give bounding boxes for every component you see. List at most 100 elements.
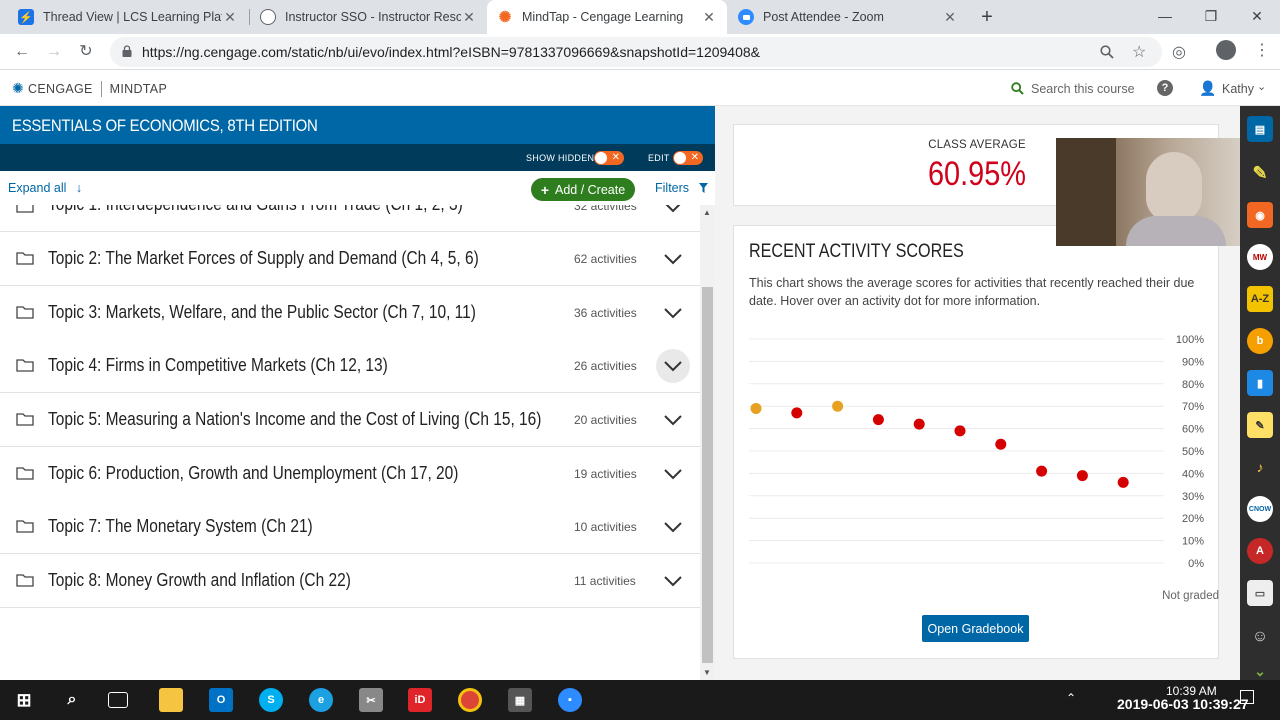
topic-count: 20 activities [574,413,637,427]
close-icon[interactable]: ✕ [461,9,477,26]
windows-taskbar: ⊞ ⌕ O S e ✂ iD ▦ ▪ ⌃ 10:39 AM 2019-06-03… [0,680,1280,720]
window-close-button[interactable]: ✕ [1234,0,1280,32]
topic-row[interactable]: Topic 4: Firms in Competitive Markets (C… [0,339,700,393]
indesign-icon[interactable]: iD [408,688,432,712]
chevron-down-icon[interactable] [663,575,683,587]
bookmark-star-icon[interactable]: ☆ [1132,42,1146,62]
document-icon[interactable]: ▭ [1247,580,1273,606]
restore-button[interactable]: ❐ [1188,0,1234,32]
recent-activity-chart: 100% 90% 80% 70% 60% 50% 40% 30% 20% 10% 0% Not gra… [749,334,1219,602]
book-icon[interactable]: ▮ [1247,370,1273,396]
readspeaker-icon[interactable]: ♪ [1247,454,1273,480]
activity-score-dot[interactable] [832,400,844,412]
topic-name[interactable]: Topic 2: The Market Forces of Supply and… [48,248,479,269]
browser-tab-thread-view[interactable]: ⚡ Thread View | LCS Learning Platf ✕ [8,0,248,34]
open-gradebook-button[interactable]: Open Gradebook [922,615,1029,642]
address-bar[interactable]: https://ng.cengage.com/static/nb/ui/evo/… [110,37,1162,67]
tray-chevron-up-icon[interactable]: ⌃ [1066,691,1076,705]
scroll-down-arrow-icon[interactable]: ▼ [703,668,711,677]
activity-score-dot[interactable] [1117,476,1129,488]
browser-tab-zoom[interactable]: Post Attendee - Zoom ✕ [728,0,968,34]
outlook-icon[interactable]: O [209,688,233,712]
skype-icon[interactable]: S [259,688,283,712]
search-icon[interactable] [1011,82,1024,95]
close-icon[interactable]: ✕ [701,9,717,26]
edit-toggle[interactable]: ✕ [673,151,703,165]
merriam-webster-icon[interactable]: MW [1247,244,1273,270]
activity-score-dot[interactable] [1076,470,1088,482]
chevron-down-icon[interactable] [663,414,683,426]
menu-kebab-icon[interactable]: ⋮ [1254,40,1270,60]
back-icon[interactable]: ← [12,42,32,62]
topic-row[interactable]: Topic 7: The Monetary System (Ch 21) 10 … [0,500,700,554]
search-icon[interactable]: ⌕ [60,688,84,712]
aplia-icon[interactable]: A [1247,538,1273,564]
chrome-icon[interactable] [458,688,482,712]
activity-score-dot[interactable] [954,425,966,437]
browser-tab-mindtap[interactable]: ✺ MindTap - Cengage Learning ✕ [487,0,727,34]
rss-icon[interactable]: ◉ [1247,202,1273,228]
filters-button[interactable]: Filters [655,181,708,195]
show-hidden-toggle[interactable]: ✕ [594,151,624,165]
topic-row[interactable]: Topic 8: Money Growth and Inflation (Ch … [0,554,700,608]
reload-icon[interactable]: ↻ [76,42,96,62]
a-z-icon[interactable]: A-Z [1247,286,1273,312]
topic-row[interactable]: Topic 2: The Market Forces of Supply and… [0,232,700,286]
y-tick-label: 70% [1182,401,1204,413]
briefcase-icon[interactable]: ▤ [1247,116,1273,142]
circle-b-icon[interactable]: b [1247,328,1273,354]
activity-score-dot[interactable] [791,407,803,419]
cengage-mindtap-logo[interactable]: ✺ CENGAGE MINDTAP [12,80,167,97]
chevron-down-icon[interactable] [663,521,683,533]
help-icon[interactable]: ? [1157,80,1173,96]
chevron-down-icon[interactable] [663,360,683,372]
course-search-input[interactable]: Search this course [1031,82,1135,96]
topic-name[interactable]: Topic 6: Production, Growth and Unemploy… [48,463,458,484]
new-tab-button[interactable]: + [976,6,998,28]
internet-explorer-icon[interactable]: e [309,688,333,712]
snipping-tool-icon[interactable]: ✂ [359,688,383,712]
activity-score-dot[interactable] [750,402,762,414]
topic-name[interactable]: Topic 7: The Monetary System (Ch 21) [48,516,313,537]
forward-icon[interactable]: → [44,42,64,62]
close-icon[interactable]: ✕ [222,9,238,26]
chevron-down-icon[interactable]: ⌄ [1257,80,1266,93]
topic-name[interactable]: Topic 8: Money Growth and Inflation (Ch … [48,570,351,591]
file-explorer-icon[interactable] [159,688,183,712]
topic-name[interactable]: Topic 4: Firms in Competitive Markets (C… [48,355,388,376]
pencil-icon[interactable]: ✎ [1247,160,1273,186]
windows-start-icon[interactable]: ⊞ [12,688,36,712]
chevron-down-icon[interactable] [663,468,683,480]
user-name[interactable]: Kathy [1222,82,1254,96]
browser-tab-instructor-sso[interactable]: Instructor SSO - Instructor Resou ✕ [250,0,487,34]
topic-row[interactable]: Topic 5: Measuring a Nation's Income and… [0,393,700,447]
activity-score-dot[interactable] [995,438,1007,450]
scrollbar-thumb[interactable] [702,287,713,663]
task-view-icon[interactable] [108,692,128,708]
cengage-logo-icon: ✺ [498,9,512,26]
app-dock: ▤ ✎ ◉ MW A-Z b ▮ ✎ ♪ CNOW A ▭ ☺ ⌄ [1240,106,1280,684]
activity-score-dot[interactable] [1036,465,1048,477]
expand-all-link[interactable]: Expand all ↓ [8,181,82,195]
minimize-button[interactable]: — [1142,0,1188,32]
calculator-icon[interactable]: ▦ [508,688,532,712]
notifications-icon[interactable] [1240,690,1254,704]
activity-score-dot[interactable] [872,414,884,426]
notes-icon[interactable]: ✎ [1247,412,1273,438]
chevron-down-icon[interactable] [663,307,683,319]
extension-icon[interactable]: ◎ [1172,42,1186,62]
chevron-down-icon[interactable] [663,253,683,265]
close-icon[interactable]: ✕ [942,9,958,26]
zoom-magnifier-icon[interactable] [1100,45,1114,59]
zoom-app-icon[interactable]: ▪ [558,688,582,712]
topic-name[interactable]: Topic 3: Markets, Welfare, and the Publi… [48,302,476,323]
topic-row[interactable]: Topic 3: Markets, Welfare, and the Publi… [0,286,700,340]
profile-avatar-icon[interactable] [1216,40,1236,60]
topic-name[interactable]: Topic 5: Measuring a Nation's Income and… [48,409,541,430]
settings-face-icon[interactable]: ☺ [1247,624,1273,650]
topic-row[interactable]: Topic 6: Production, Growth and Unemploy… [0,447,700,501]
activity-score-dot[interactable] [913,418,925,430]
add-create-button[interactable]: + Add / Create [531,178,635,201]
cnow-icon[interactable]: CNOW [1247,496,1273,522]
scroll-up-arrow-icon[interactable]: ▲ [703,208,711,217]
